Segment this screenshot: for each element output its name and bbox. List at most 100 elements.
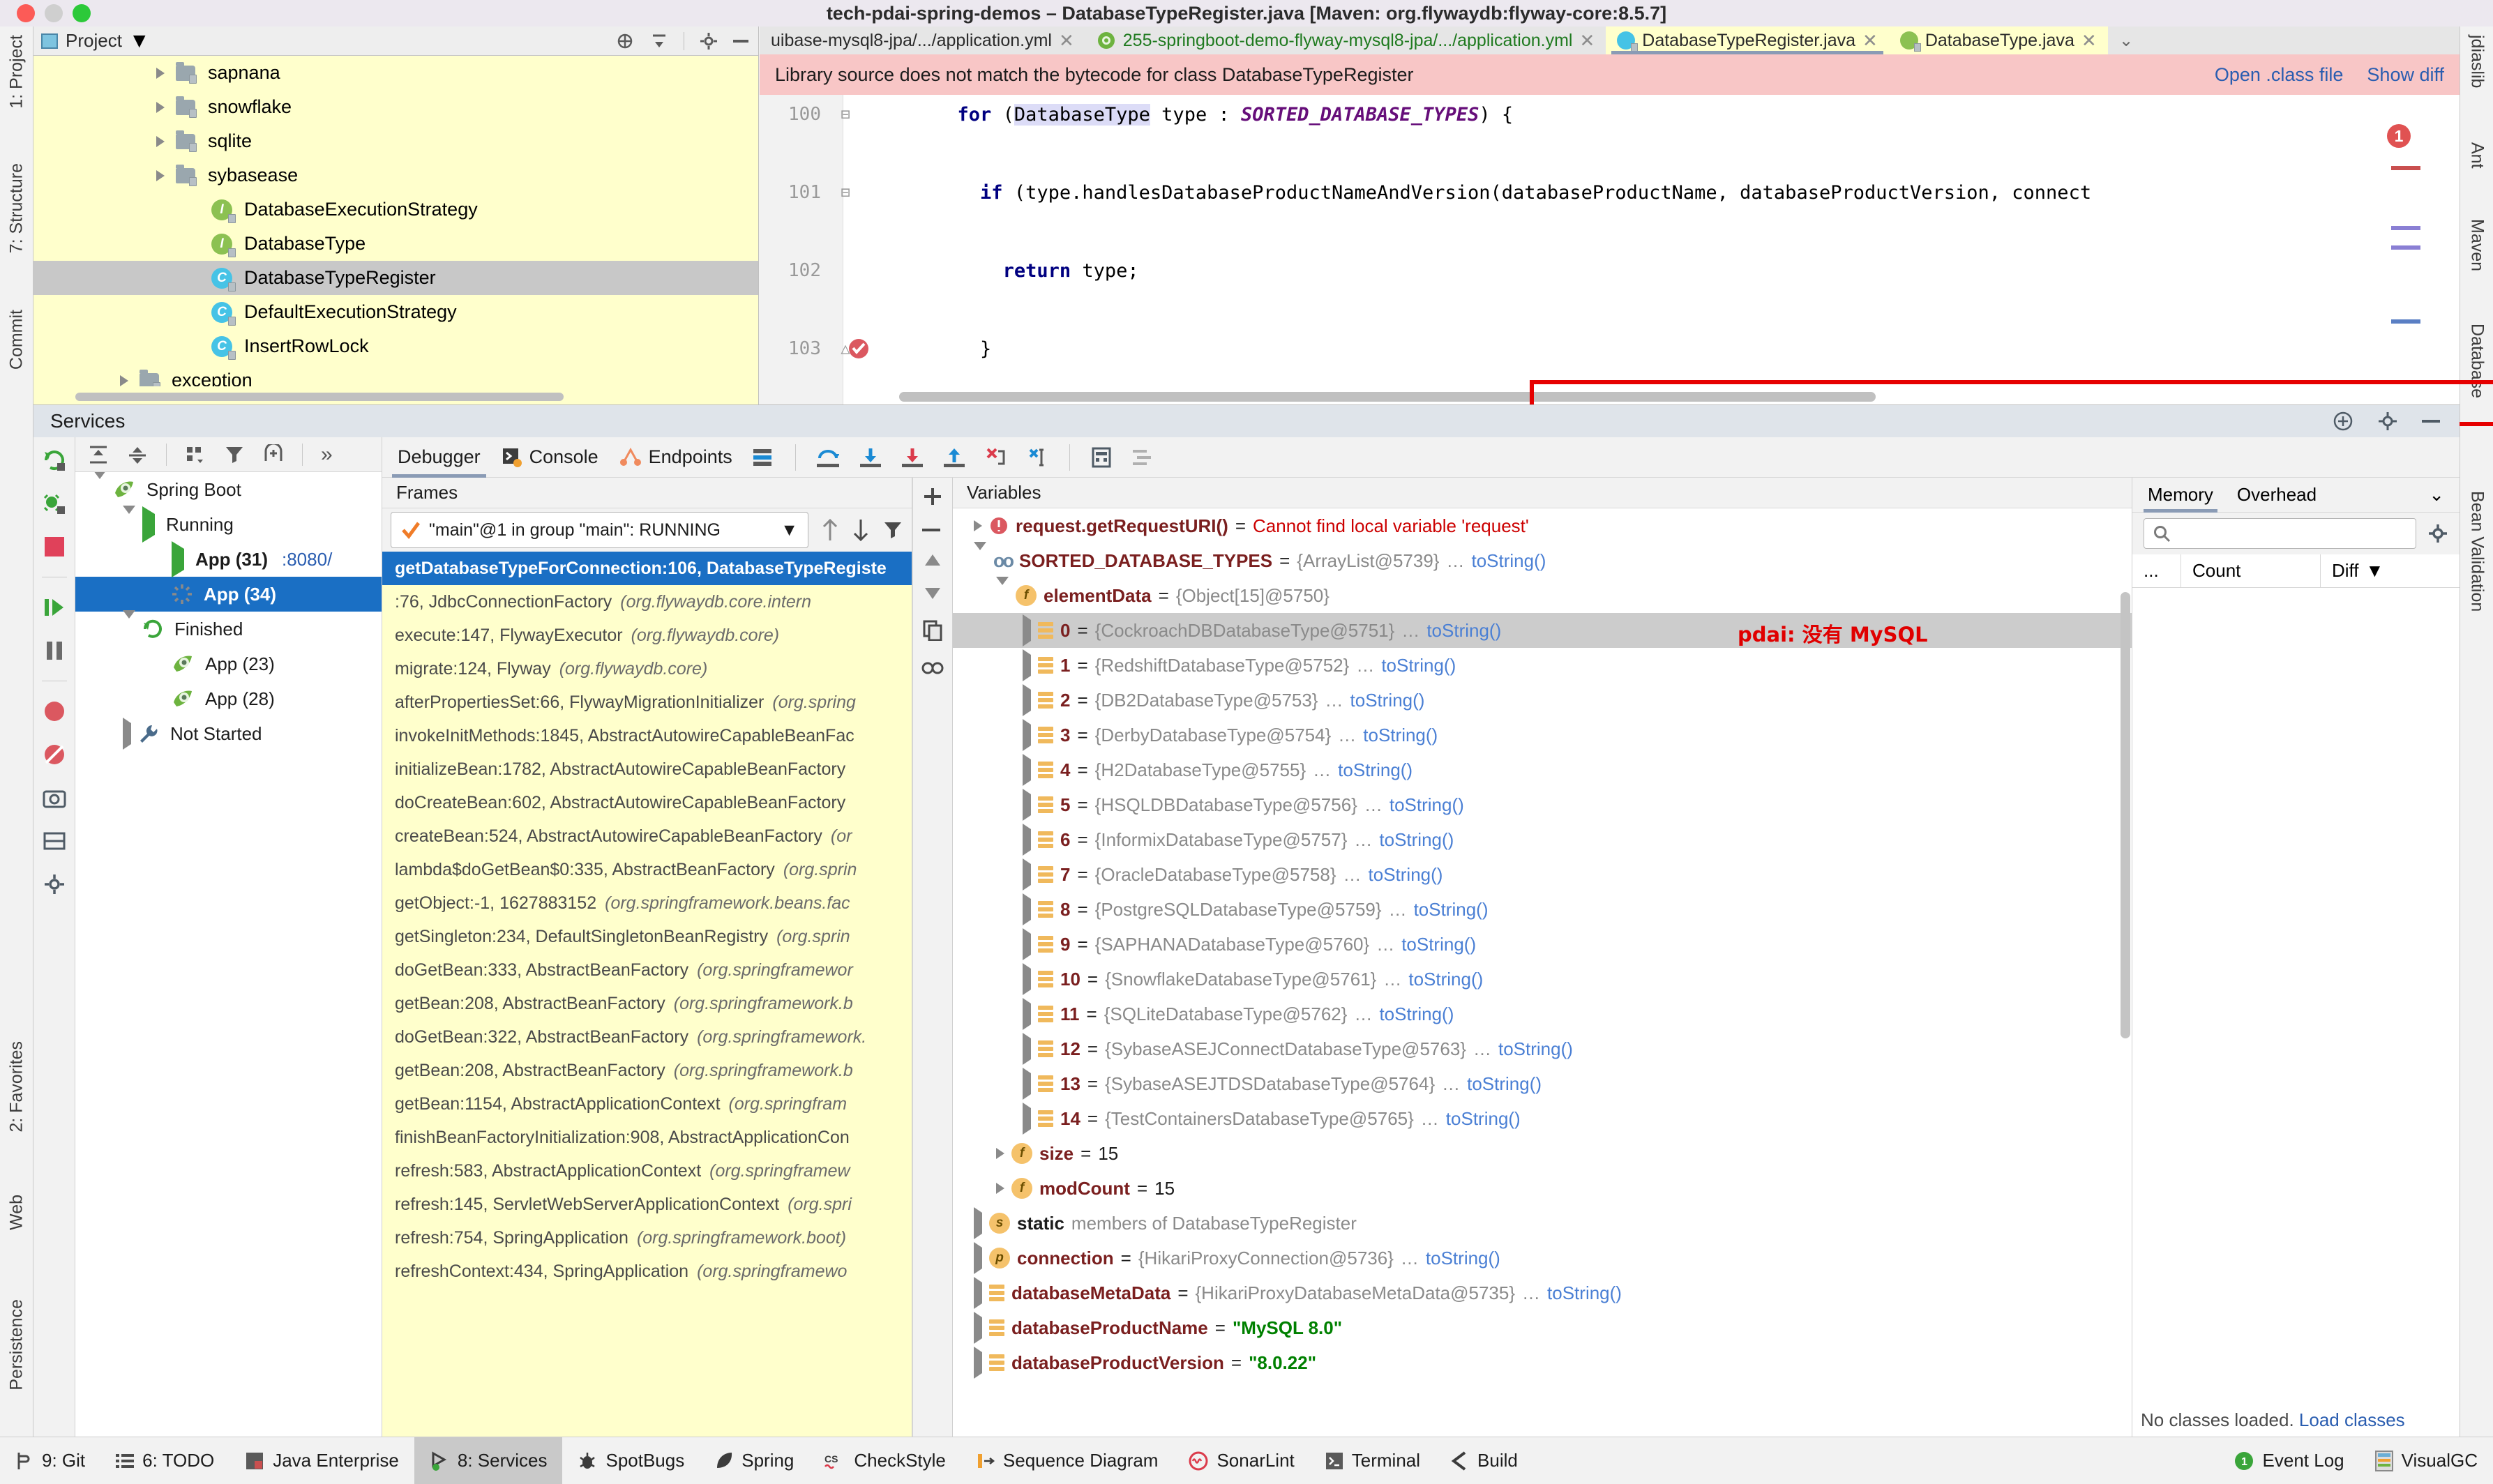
run-control-strip[interactable] (33, 437, 75, 1437)
stack-frame-row[interactable]: doCreateBean:602, AbstractAutowireCapabl… (382, 786, 912, 819)
statusbar-terminal[interactable]: Terminal (1310, 1437, 1436, 1484)
tool-tab-jdiaslib[interactable]: jdiaslib (2460, 31, 2493, 92)
marker-stripe-error[interactable] (2391, 166, 2420, 170)
memory-search-input[interactable] (2144, 518, 2416, 549)
stack-frame-row[interactable]: finishBeanFactoryInitialization:908, Abs… (382, 1121, 912, 1154)
statusbar-visualgc[interactable]: VisualGC (2360, 1437, 2493, 1484)
chevron-down-icon[interactable]: ▼ (781, 520, 798, 540)
step-out-icon[interactable] (943, 447, 965, 468)
stack-frame-row[interactable]: initializeBean:1782, AbstractAutowireCap… (382, 752, 912, 786)
code-line-103[interactable]: 103 △ } (760, 329, 2460, 368)
caret-right-icon[interactable] (974, 1241, 982, 1274)
stack-frame-row[interactable]: getBean:1154, AbstractApplicationContext… (382, 1087, 912, 1121)
expand-arrow-icon[interactable] (148, 135, 173, 147)
layout-icon[interactable] (41, 828, 68, 854)
variables-scrollbar[interactable] (2121, 592, 2130, 1038)
tab-endpoints[interactable]: Endpoints (619, 437, 732, 478)
tostring-link[interactable]: toString() (1389, 794, 1464, 816)
caret-right-icon[interactable] (1023, 858, 1031, 891)
caret-right-icon[interactable] (1023, 1067, 1031, 1100)
step-over-icon[interactable] (816, 447, 839, 468)
project-tree-item[interactable]: sqlite (33, 124, 758, 158)
project-tree-item[interactable]: C DefaultExecutionStrategy (33, 295, 758, 329)
editor-tab-0[interactable]: uibase-mysql8-jpa/.../application.yml ✕ (760, 26, 1085, 54)
statusbar--services[interactable]: 8: Services (414, 1437, 563, 1484)
service-tree-item[interactable]: Running (75, 505, 382, 543)
tool-tab-project[interactable]: 1: Project (0, 31, 33, 113)
statusbar-spring[interactable]: Spring (700, 1437, 809, 1484)
variable-row[interactable]: f modCount = 15 (953, 1171, 2132, 1206)
marker-stripe-caret[interactable] (2391, 319, 2420, 324)
view-breakpoints-icon[interactable] (41, 698, 68, 725)
expand-arrow-icon[interactable] (148, 169, 173, 181)
project-tree-item[interactable]: sybasease (33, 158, 758, 192)
tab-debugger[interactable]: Debugger (392, 437, 486, 478)
stack-frame-row[interactable]: getBean:208, AbstractBeanFactory (org.spr… (382, 1054, 912, 1087)
frames-list[interactable]: getDatabaseTypeForConnection:106, Databa… (382, 552, 912, 1437)
caret-right-icon[interactable] (974, 1276, 982, 1309)
service-tree-item[interactable]: App (28) (75, 681, 382, 716)
stack-frame-row[interactable]: :76, JdbcConnectionFactory (org.flywaydb.… (382, 585, 912, 619)
service-port[interactable]: :8080/ (282, 549, 332, 570)
rerun-icon[interactable] (41, 447, 68, 474)
caret-right-icon[interactable] (1023, 1102, 1031, 1135)
variable-row[interactable]: databaseProductName = "MySQL 8.0" (953, 1310, 2132, 1345)
caret-right-icon[interactable] (1023, 649, 1031, 681)
settings-gear-icon[interactable] (2377, 411, 2398, 432)
error-count-badge[interactable]: 1 (2387, 124, 2411, 148)
service-tree-item[interactable]: App (34) (75, 577, 382, 612)
variable-row[interactable]: 3 = {DerbyDatabaseType@5754} … toString() (953, 718, 2132, 752)
resume-program-icon[interactable] (41, 594, 68, 621)
statusbar-sequence-diagram[interactable]: Sequence Diagram (961, 1437, 1174, 1484)
caret-right-icon[interactable] (1023, 823, 1031, 856)
stack-frame-row[interactable]: getDatabaseTypeForConnection:106, Databa… (382, 552, 912, 585)
service-tree-item[interactable]: Not Started (75, 716, 382, 751)
stack-frame-row[interactable]: execute:147, FlywayExecutor (org.flywaydb… (382, 619, 912, 652)
code-line-101[interactable]: 101 ⊟ if (type.handlesDatabaseProductNam… (760, 173, 2460, 212)
caret-down-icon[interactable] (123, 610, 135, 640)
hide-panel-icon[interactable] (2422, 417, 2443, 425)
stack-frame-row[interactable]: getObject:-1, 1627883152 (org.springframe… (382, 886, 912, 920)
variable-row[interactable]: s static members of DatabaseTypeRegister (953, 1206, 2132, 1241)
close-tab-icon[interactable]: ✕ (1059, 30, 1074, 52)
variable-row[interactable]: 0 = {CockroachDBDatabaseType@5751} … toStrin… (953, 613, 2132, 648)
inspect-icon[interactable] (921, 660, 944, 676)
statusbar-spotbugs[interactable]: SpotBugs (562, 1437, 700, 1484)
filter-icon[interactable] (224, 444, 245, 465)
rerun-debug-icon[interactable] (41, 490, 68, 517)
caret-right-icon[interactable] (1023, 614, 1031, 646)
settings-gear-icon[interactable] (700, 32, 718, 50)
caret-down-icon[interactable] (974, 541, 986, 572)
move-up-icon[interactable] (924, 553, 942, 567)
variable-row[interactable]: 10 = {SnowflakeDatabaseType@5761} … toString… (953, 962, 2132, 997)
tostring-link[interactable]: toString() (1338, 759, 1413, 781)
more-options-icon[interactable]: » (321, 443, 333, 467)
tostring-link[interactable]: toString() (1446, 1108, 1521, 1130)
fold-marker-icon[interactable]: ⊟ (836, 106, 854, 123)
tostring-link[interactable]: toString() (1467, 1073, 1542, 1095)
chevron-down-icon[interactable]: ⌄ (2429, 484, 2444, 506)
pause-program-icon[interactable] (41, 637, 68, 664)
settings-gear-icon[interactable] (2427, 523, 2448, 544)
tostring-link[interactable]: toString() (1350, 690, 1425, 711)
screenshot-icon[interactable] (41, 785, 68, 811)
tool-tab-persistence[interactable]: Persistence (0, 1295, 33, 1395)
memory-tab-bar[interactable]: Memory Overhead ⌄ (2132, 478, 2460, 513)
editor-tabs-overflow-icon[interactable]: ⌄ (2108, 26, 2145, 54)
caret-right-icon[interactable] (123, 717, 131, 750)
collapse-all-icon[interactable] (127, 444, 148, 465)
stack-frame-row[interactable]: refreshContext:434, SpringApplication (or… (382, 1255, 912, 1288)
variable-row[interactable]: 11 = {SQLiteDatabaseType@5762} … toString() (953, 997, 2132, 1031)
tab-overhead[interactable]: Overhead (2237, 478, 2317, 513)
statusbar-checkstyle[interactable]: CS CheckStyle (809, 1437, 961, 1484)
tostring-link[interactable]: toString() (1363, 725, 1438, 746)
run-to-cursor-icon[interactable] (1027, 447, 1048, 468)
variable-row[interactable]: f size = 15 (953, 1136, 2132, 1171)
caret-right-icon[interactable] (1023, 753, 1031, 786)
stack-frame-row[interactable]: doGetBean:333, AbstractBeanFactory (org.s… (382, 953, 912, 987)
stack-frame-row[interactable]: refresh:145, ServletWebServerApplication… (382, 1188, 912, 1221)
settings-stripe-icon[interactable] (753, 448, 774, 467)
open-class-file-link[interactable]: Open .class file (2215, 64, 2344, 86)
stack-frame-row[interactable]: migrate:124, Flyway (org.flywaydb.core) (382, 652, 912, 686)
variable-row[interactable]: databaseProductVersion = "8.0.22" (953, 1345, 2132, 1380)
